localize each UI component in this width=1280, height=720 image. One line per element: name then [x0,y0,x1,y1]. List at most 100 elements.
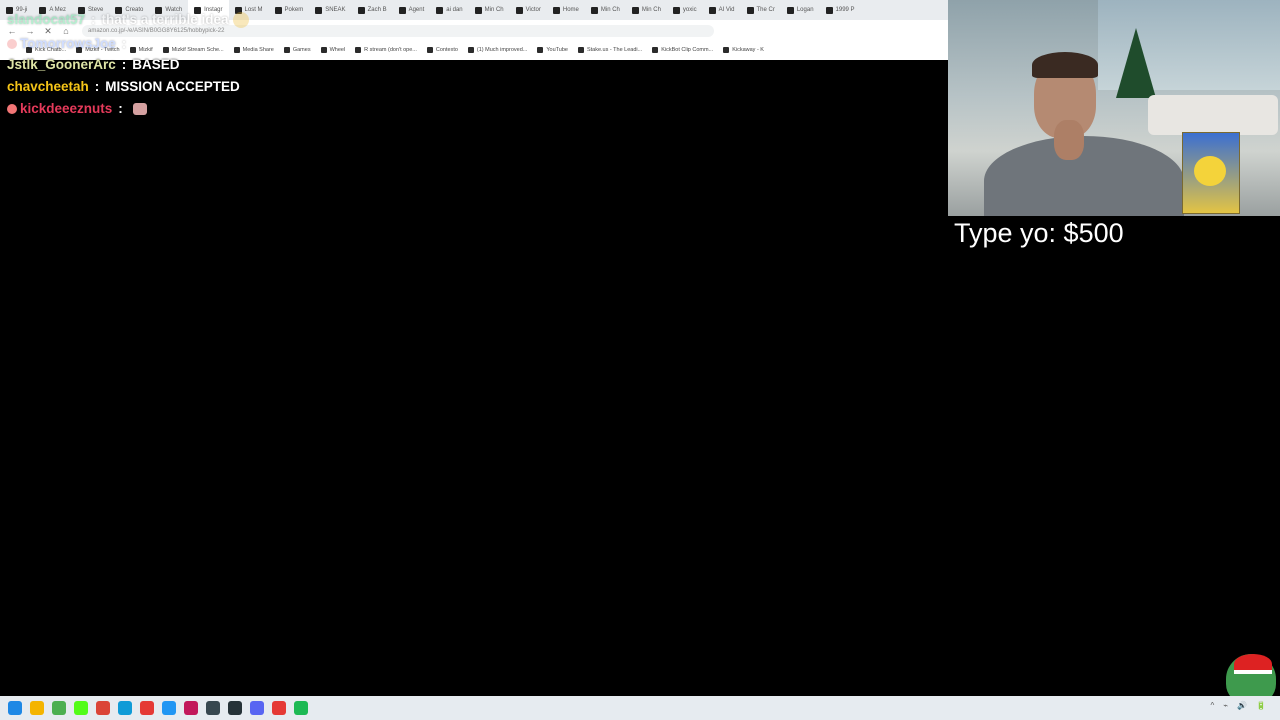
streamer-body [984,136,1184,216]
bookmark-label: Wheel [329,47,346,53]
bookmark-label: R stream (don't ope... [364,47,417,53]
bookmark-item[interactable]: KickBot Clip Comm... [652,47,713,53]
browser-tab[interactable]: Victor [510,0,547,20]
chat-username: Jstlk_GoonerArc [7,57,116,72]
kick-icon[interactable] [74,701,88,715]
tab-label: ai dan [446,7,463,13]
tab-label: yoxic [682,7,697,13]
tab-favicon-icon [552,6,560,14]
streamer-hand [1054,120,1084,160]
bookmark-item[interactable]: Media Share [233,47,274,53]
bookmark-label: Mizkif Stream Sche... [171,47,224,53]
app-icon[interactable] [228,701,242,715]
app-icon[interactable] [162,701,176,715]
tab-favicon-icon [315,6,323,14]
chat-message: kickdeeeznuts: [7,101,147,116]
chat-separator: : [94,79,100,94]
bookmark-item[interactable]: Kickaway - K [723,47,764,53]
bookmark-item[interactable]: Contexto [426,47,458,53]
browser-tab[interactable]: yoxic [667,0,703,20]
chat-username: kickdeeeznuts [20,101,113,116]
tab-label: SNEAK [325,7,346,13]
tray-icon[interactable]: ^ [1210,701,1214,710]
red-app-icon[interactable] [140,701,154,715]
browser-tab[interactable]: Min Ch [469,0,510,20]
bookmark-favicon-icon [723,47,730,53]
user-badge-icon [7,39,17,50]
browser-tab[interactable]: ai dan [430,0,468,20]
chat-separator: : [91,12,96,27]
app-icon[interactable] [272,701,286,715]
tab-favicon-icon [590,6,598,14]
chat-text: BASED [132,57,180,72]
bookmark-label: Contexto [435,47,458,53]
tab-favicon-icon [746,6,754,14]
bookmark-favicon-icon [233,47,240,53]
browser-tab[interactable]: The Cr [741,0,781,20]
chat-separator: : [118,101,123,116]
app-icon[interactable] [184,701,198,715]
user-badge-icon [7,104,17,115]
browser-tab[interactable]: SNEAK [309,0,351,20]
bookmarks-bar: Kick Chatb... Mizkif - Twitch Mizkif Mizkif… [0,43,974,57]
tray-icon[interactable]: 🔊 [1237,701,1247,710]
tab-label: 1999 P [835,7,855,13]
browser-tab[interactable]: Zach B [352,0,393,20]
tab-favicon-icon [672,6,680,14]
tab-label: Home [562,7,579,13]
tab-favicon-icon [357,6,365,14]
bookmark-label: (1) Much improved... [476,47,528,53]
sticker-emote-icon [132,103,147,116]
bookmark-item[interactable]: Mizkif [129,47,153,53]
browser-tab[interactable]: Agent [393,0,431,20]
tab-label: Logan [796,7,814,13]
bookmark-item[interactable]: Games [283,47,311,53]
tab-favicon-icon [274,6,282,14]
tab-favicon-icon [631,6,639,14]
webcam-feed [948,0,1280,216]
tray-icon[interactable]: 🔋 [1256,701,1266,710]
tab-label: Zach B [367,7,387,13]
obs-icon[interactable] [206,701,220,715]
tab-label: Victor [525,7,541,13]
bookmark-item[interactable]: YouTube [537,47,568,53]
sad-face-emote-icon [232,12,249,29]
bookmark-item[interactable]: Wheel [320,47,346,53]
tab-label: Min Ch [484,7,504,13]
spotify-icon[interactable] [294,701,308,715]
browser-tab[interactable]: Min Ch [585,0,626,20]
windows-start-icon[interactable] [8,701,22,715]
bookmark-label: Kickaway - K [732,47,764,53]
tab-label: AI Vid [718,7,735,13]
edge-icon[interactable] [118,701,132,715]
file-explorer-icon[interactable] [30,701,44,715]
browser-tab[interactable]: 1999 P [820,0,861,20]
browser-tab[interactable]: Pokem [269,0,310,20]
app-icon[interactable] [52,701,66,715]
tab-favicon-icon [474,6,482,14]
bookmark-label: KickBot Clip Comm... [661,47,714,53]
bookmark-favicon-icon [283,47,290,53]
browser-tab[interactable]: Home [547,0,585,20]
browser-tab[interactable]: Logan [781,0,820,20]
tray-icon[interactable]: ⌁ [1223,701,1228,710]
bookmark-label: Media Share [242,47,274,53]
tab-label: Min Ch [600,7,620,13]
discord-icon[interactable] [250,701,264,715]
browser-tab[interactable]: Min Ch [626,0,667,20]
bookmark-item[interactable]: Stake.us - The Leadi... [577,47,642,53]
tab-favicon-icon [515,6,523,14]
chat-text: that's a terrible idea [101,12,229,27]
browser-window: 99-ji A Mez Steve Creato Watch Instagr Lost MP… [0,0,948,60]
chat-username: TomorrowsJoe [20,36,116,51]
bookmark-item[interactable]: (1) Much improved... [467,47,528,53]
couch [1148,95,1278,135]
bookmark-item[interactable]: Mizkif Stream Sche... [162,47,224,53]
browser-tab[interactable]: AI Vid [703,0,741,20]
chrome-icon[interactable] [96,701,110,715]
bookmark-item[interactable]: R stream (don't ope... [355,47,417,53]
chat-message: chavcheetah: MISSION ACCEPTED [7,79,240,94]
tab-favicon-icon [436,6,444,14]
chat-message: TomorrowsJoe: [7,36,132,51]
bookmark-favicon-icon [467,47,474,53]
